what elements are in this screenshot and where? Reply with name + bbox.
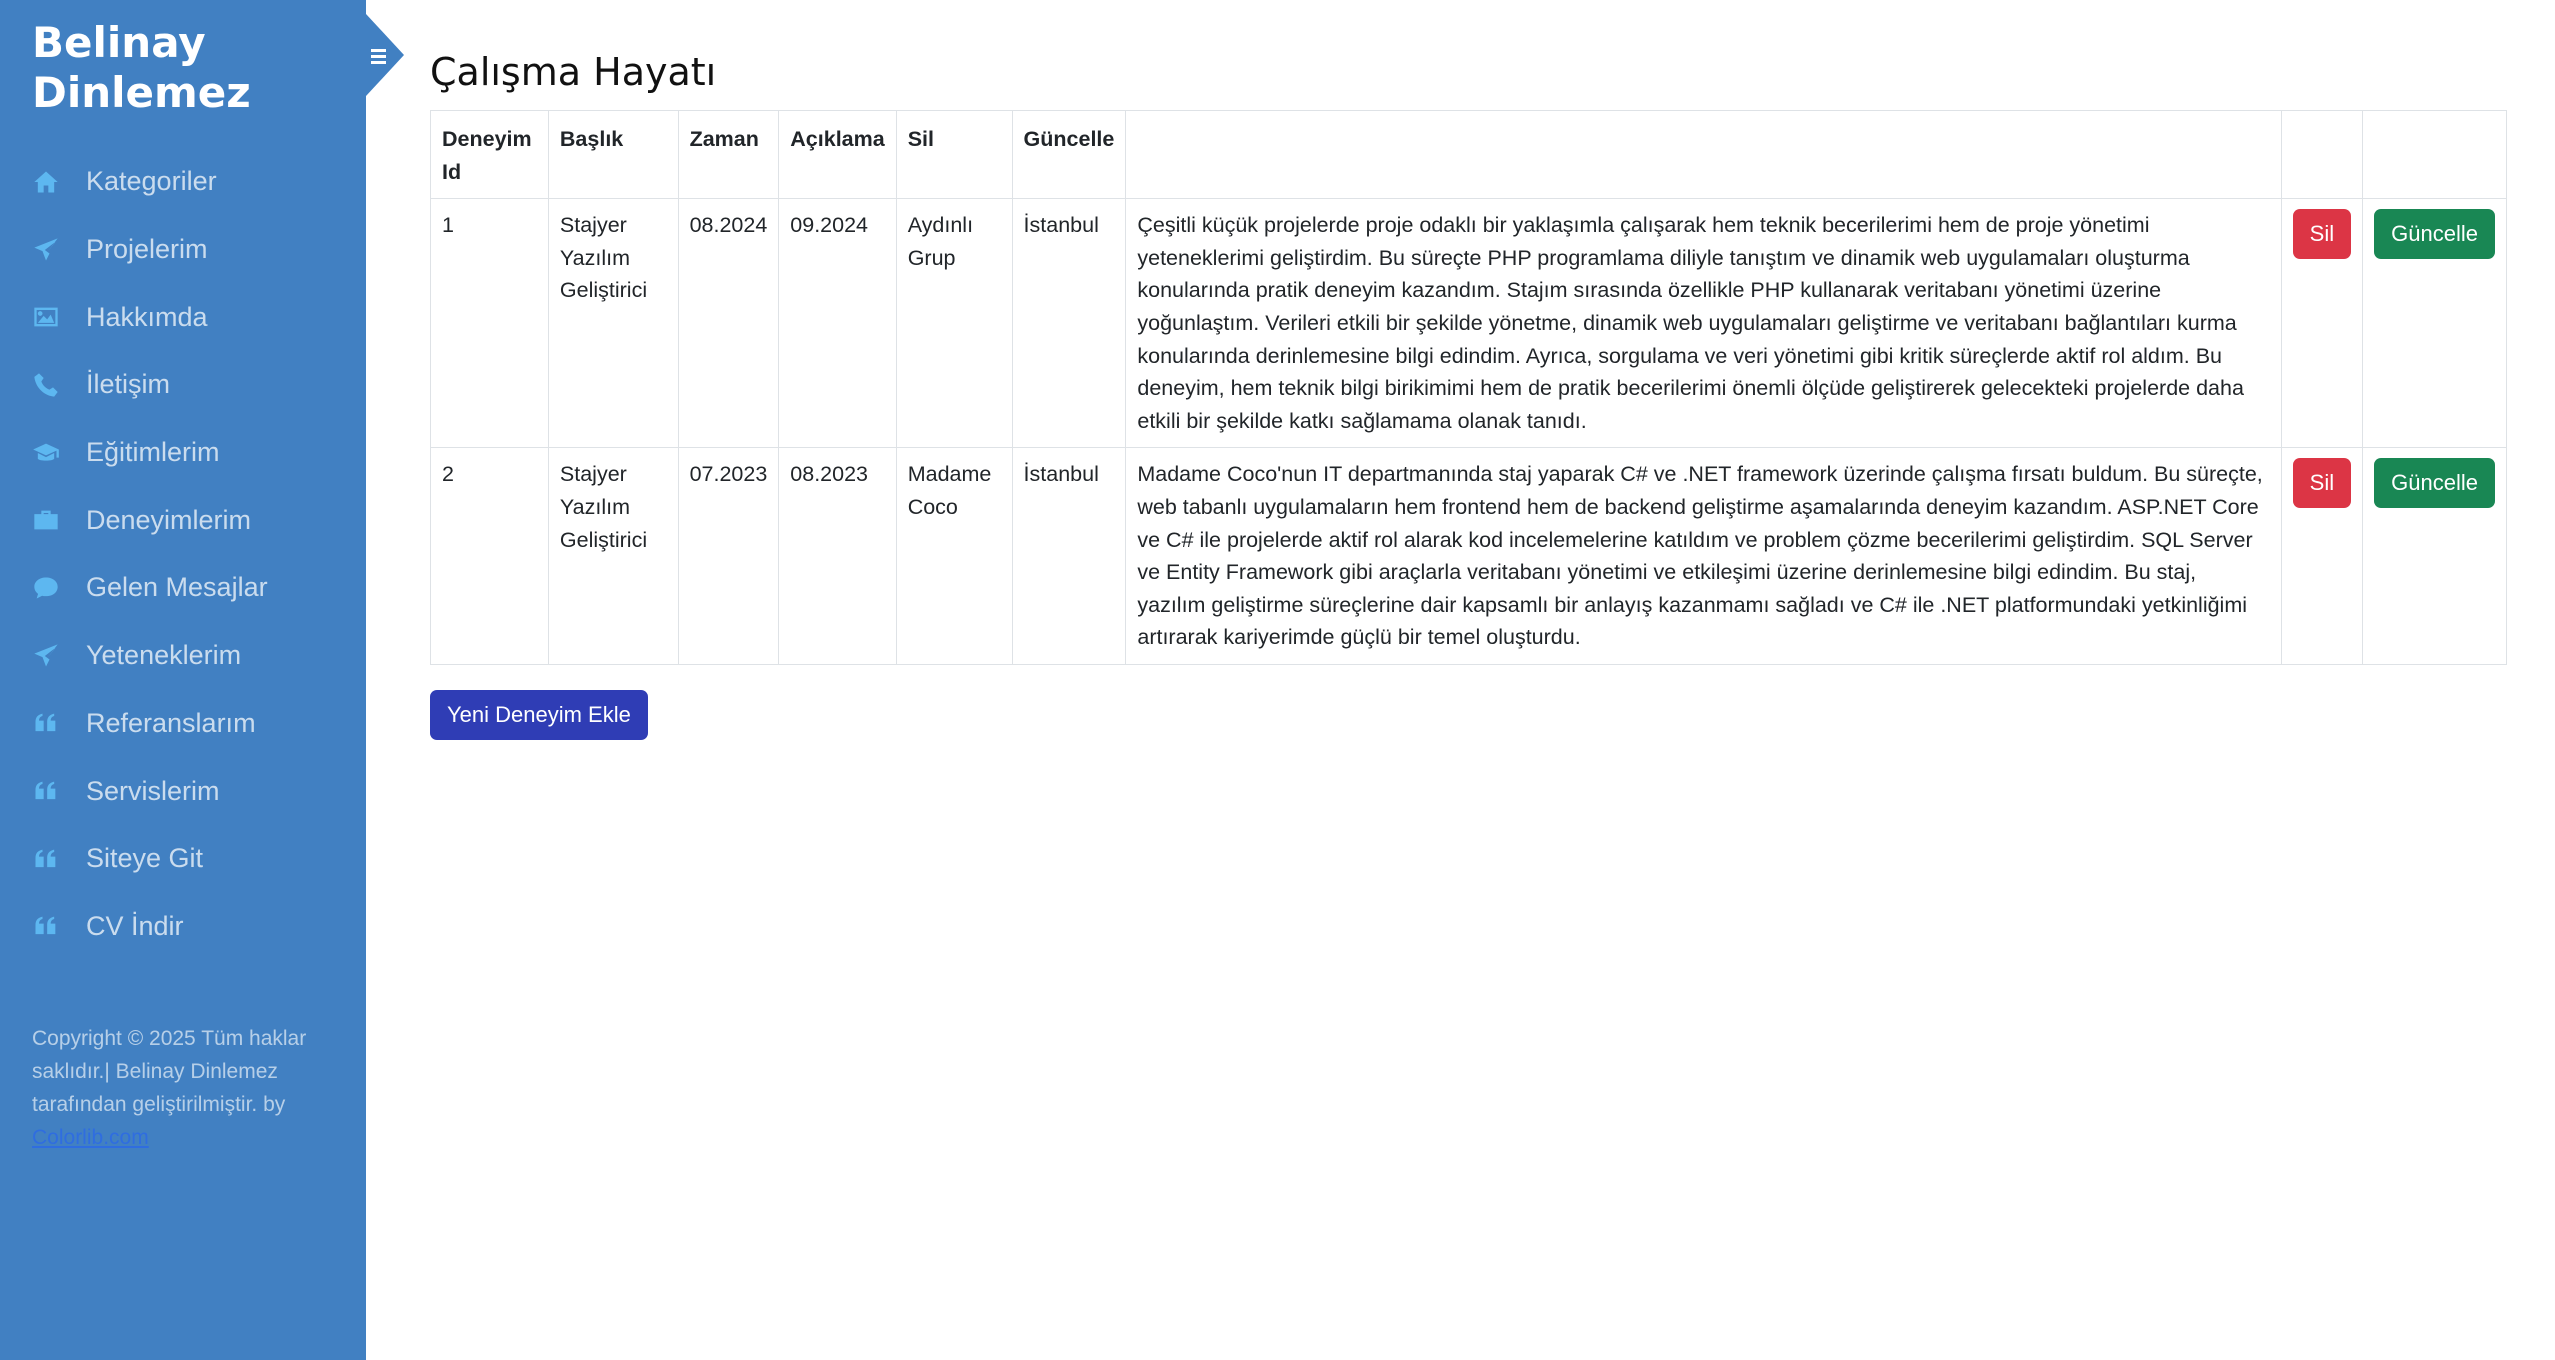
- paper-plane-icon: [32, 236, 60, 264]
- quote-icon: [32, 845, 60, 873]
- quote-icon: [32, 709, 60, 737]
- sidebar-item-label: İletişim: [86, 369, 171, 400]
- cell-title: Stajyer Yazılım Geliştirici: [547, 447, 679, 665]
- sidebar: Belinay Dinlemez Kategoriler Projelerim …: [0, 0, 366, 1360]
- sidebar-item-gelen-mesajlar[interactable]: Gelen Mesajlar: [0, 554, 366, 622]
- phone-icon: [32, 371, 60, 399]
- sidebar-item-projelerim[interactable]: Projelerim: [0, 216, 366, 284]
- sidebar-item-label: Yeteneklerim: [86, 640, 242, 671]
- sidebar-toggle-button[interactable]: [366, 14, 404, 96]
- update-button[interactable]: Güncelle: [2374, 209, 2495, 260]
- cell-company: Madame Coco: [895, 447, 1013, 665]
- table-row: 1 Stajyer Yazılım Geliştirici 08.2024 09…: [430, 198, 2507, 449]
- cell-delete: Sil: [2280, 198, 2364, 449]
- cell-city: İstanbul: [1011, 198, 1127, 449]
- sidebar-item-label: Hakkımda: [86, 301, 208, 332]
- graduation-cap-icon: [32, 439, 60, 467]
- add-experience-button[interactable]: Yeni Deneyim Ekle: [430, 690, 648, 740]
- cell-delete: Sil: [2280, 447, 2364, 665]
- cell-description: Madame Coco'nun IT departmanında staj ya…: [1125, 447, 2282, 665]
- sidebar-nav: Kategoriler Projelerim Hakkımda İletişim…: [0, 148, 366, 960]
- table-row: 2 Stajyer Yazılım Geliştirici 07.2023 08…: [430, 447, 2507, 665]
- update-button[interactable]: Güncelle: [2374, 458, 2495, 509]
- sidebar-item-label: Kategoriler: [86, 166, 217, 197]
- sidebar-item-label: Eğitimlerim: [86, 437, 220, 468]
- sidebar-item-kategoriler[interactable]: Kategoriler: [0, 148, 366, 216]
- sidebar-item-egitimlerim[interactable]: Eğitimlerim: [0, 419, 366, 487]
- cell-city: İstanbul: [1011, 447, 1127, 665]
- page-title: Çalışma Hayatı: [430, 50, 717, 94]
- sidebar-item-hakkimda[interactable]: Hakkımda: [0, 283, 366, 351]
- sidebar-item-yeteneklerim[interactable]: Yeteneklerim: [0, 622, 366, 690]
- cell-update: Güncelle: [2362, 198, 2507, 449]
- quote-icon: [32, 777, 60, 805]
- delete-button[interactable]: Sil: [2292, 209, 2352, 260]
- cell-id: 1: [430, 198, 549, 449]
- sidebar-item-label: Gelen Mesajlar: [86, 572, 268, 603]
- brand-logo[interactable]: Belinay Dinlemez: [32, 18, 352, 118]
- cell-company: Aydınlı Grup: [895, 198, 1013, 449]
- brand-line-1: Belinay: [32, 18, 206, 67]
- sidebar-item-cv-indir[interactable]: CV İndir: [0, 893, 366, 961]
- cell-update: Güncelle: [2362, 447, 2507, 665]
- home-icon: [32, 168, 60, 196]
- cell-id: 2: [430, 447, 549, 665]
- sidebar-item-servislerim[interactable]: Servislerim: [0, 757, 366, 825]
- sidebar-item-iletisim[interactable]: İletişim: [0, 351, 366, 419]
- sidebar-item-deneyimlerim[interactable]: Deneyimlerim: [0, 486, 366, 554]
- sidebar-item-referanslarim[interactable]: Referanslarım: [0, 690, 366, 758]
- header-baslik: Başlık: [547, 109, 679, 200]
- cell-start: 07.2023: [677, 447, 780, 665]
- header-zaman: Zaman: [677, 109, 780, 200]
- brand-line-2: Dinlemez: [32, 68, 251, 117]
- briefcase-icon: [32, 506, 60, 534]
- cell-end: 09.2024: [778, 198, 897, 449]
- header-empty: [2362, 109, 2507, 200]
- cell-end: 08.2023: [778, 447, 897, 665]
- sidebar-item-label: CV İndir: [86, 910, 184, 941]
- header-sil: Sil: [895, 109, 1013, 200]
- header-empty: [1125, 109, 2282, 200]
- delete-button[interactable]: Sil: [2292, 458, 2352, 509]
- colorlib-link[interactable]: Colorlib.com: [32, 1126, 149, 1149]
- table-header-row: Deneyim Id Başlık Zaman Açıklama Sil Gün…: [430, 109, 2507, 200]
- experience-table: Deneyim Id Başlık Zaman Açıklama Sil Gün…: [430, 109, 2507, 665]
- cell-description: Çeşitli küçük projelerde proje odaklı bi…: [1125, 198, 2282, 449]
- header-empty: [2280, 109, 2364, 200]
- sidebar-item-siteye-git[interactable]: Siteye Git: [0, 825, 366, 893]
- comment-icon: [32, 574, 60, 602]
- sidebar-footer: Copyright © 2025 Tüm haklar saklıdır.| B…: [32, 1022, 332, 1154]
- copyright-text: Copyright © 2025 Tüm haklar saklıdır.| B…: [32, 1027, 307, 1116]
- cell-title: Stajyer Yazılım Geliştirici: [547, 198, 679, 449]
- sidebar-item-label: Servislerim: [86, 775, 220, 806]
- header-deneyim-id: Deneyim Id: [430, 109, 549, 200]
- image-icon: [32, 303, 60, 331]
- quote-icon: [32, 912, 60, 940]
- sidebar-item-label: Siteye Git: [86, 843, 204, 874]
- cell-start: 08.2024: [677, 198, 780, 449]
- sidebar-item-label: Deneyimlerim: [86, 504, 252, 535]
- paper-plane-icon: [32, 642, 60, 670]
- menu-icon: [371, 49, 386, 67]
- sidebar-item-label: Projelerim: [86, 234, 208, 265]
- header-aciklama: Açıklama: [778, 109, 897, 200]
- sidebar-item-label: Referanslarım: [86, 707, 256, 738]
- header-guncelle: Güncelle: [1011, 109, 1127, 200]
